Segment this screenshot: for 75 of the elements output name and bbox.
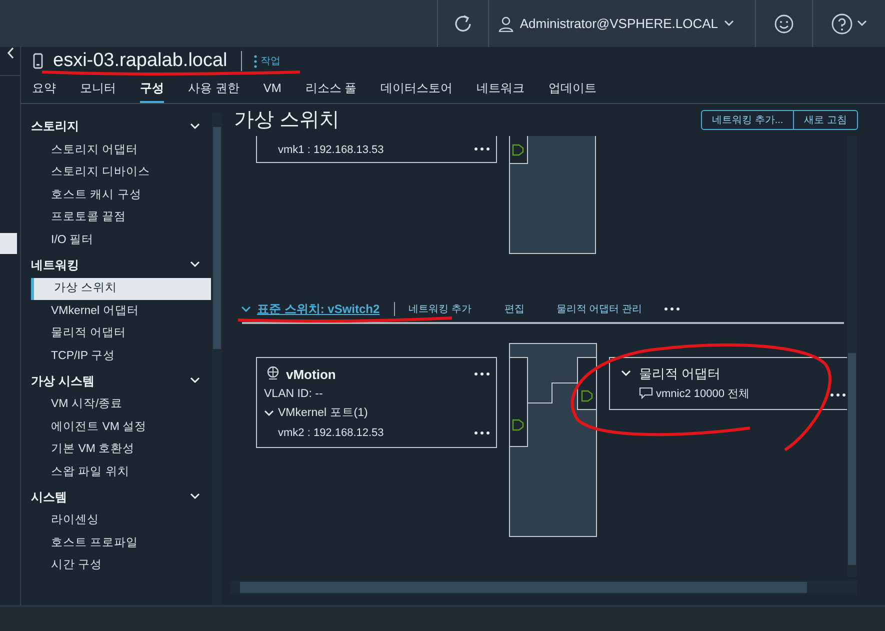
scrollbar[interactable] xyxy=(230,581,857,594)
more-icon[interactable] xyxy=(474,372,490,376)
tab[interactable]: 모니터 xyxy=(80,79,116,103)
sidebar-item[interactable]: VM 시작/종료 xyxy=(31,394,212,416)
switch-action-link[interactable]: 물리적 어댑터 관리 xyxy=(556,302,642,316)
tab[interactable]: 사용 권한 xyxy=(188,79,240,103)
port-icon xyxy=(512,144,524,156)
host-name: esxi-03.rapalab.local xyxy=(53,50,228,72)
chevron-down-icon xyxy=(264,410,274,418)
user-menu[interactable]: Administrator@VSPHERE.LOCAL xyxy=(488,14,743,34)
toolbar-button[interactable]: 네트워킹 추가... xyxy=(701,110,794,130)
collapse-icon[interactable] xyxy=(7,47,15,59)
tab[interactable]: 데이터스토어 xyxy=(380,79,453,103)
chevron-down-icon xyxy=(190,493,200,500)
sidebar-item[interactable]: VMkernel 어댑터 xyxy=(31,300,212,322)
kebab-icon xyxy=(254,54,258,68)
chevron-down-icon xyxy=(241,306,251,312)
sidebar-section[interactable]: 스토리지 xyxy=(21,113,212,139)
switch-action-link[interactable]: 편집 xyxy=(504,302,524,316)
chevron-down-icon xyxy=(190,261,200,268)
globe-icon xyxy=(266,366,280,380)
switch-toggle[interactable]: 표준 스위치: vSwitch2 xyxy=(241,300,380,318)
sidebar-item[interactable]: 프로토콜 끝점 xyxy=(31,206,212,229)
chevron-down-icon xyxy=(621,370,631,378)
port-icon xyxy=(512,419,524,431)
sidebar-item[interactable]: 가상 스위치 xyxy=(31,278,211,300)
physical-adapter: vmnic2 10000 전체 xyxy=(656,387,750,402)
more-icon[interactable] xyxy=(474,431,490,435)
port-group-name: vMotion xyxy=(286,366,336,384)
sidebar-item[interactable]: 스토리지 디바이스 xyxy=(31,162,212,184)
sidebar-section[interactable]: 시스템 xyxy=(21,484,212,510)
more-icon[interactable] xyxy=(830,393,846,397)
actions-menu[interactable]: 작업 xyxy=(254,54,280,68)
switch-action-link[interactable]: 네트워킹 추가 xyxy=(408,302,472,316)
sidebar-item[interactable]: I/O 필터 xyxy=(31,229,212,252)
vmkernel-port: vmk1 : 192.168.13.53 xyxy=(278,143,384,158)
toolbar-button[interactable]: 새로 고침 xyxy=(794,110,858,130)
tab[interactable]: 구성 xyxy=(140,79,164,103)
chevron-down-icon xyxy=(190,377,200,384)
sidebar-item[interactable]: 기본 VM 호환성 xyxy=(31,438,212,461)
sidebar-item[interactable]: 시간 구성 xyxy=(31,554,212,577)
sidebar-item[interactable]: 스왑 파일 위치 xyxy=(31,461,212,484)
vlan-id: VLAN ID: -- xyxy=(264,387,323,402)
port-icon xyxy=(581,390,593,402)
sidebar-item[interactable]: 스토리지 어댑터 xyxy=(31,139,212,162)
nav-highlight xyxy=(0,233,17,254)
page-title: 가상 스위치 xyxy=(233,108,340,133)
host-icon xyxy=(33,53,43,69)
sidebar-item[interactable]: 물리적 어댑터 xyxy=(31,322,212,345)
sidebar-item[interactable]: 호스트 프로파일 xyxy=(31,532,212,554)
port-box xyxy=(509,136,528,164)
ports-toggle[interactable]: VMkernel 포트(1) xyxy=(264,405,368,422)
sidebar-section[interactable]: 가상 시스템 xyxy=(21,368,212,394)
sidebar-item[interactable]: 호스트 캐시 구성 xyxy=(31,184,212,206)
tab[interactable]: VM xyxy=(263,79,282,103)
tab[interactable]: 업데이트 xyxy=(548,79,597,103)
vmkernel-port: vmk2 : 192.168.12.53 xyxy=(278,426,384,441)
chevron-down-icon xyxy=(857,20,867,27)
sidebar-item[interactable]: 라이센싱 xyxy=(31,510,212,532)
scrollbar[interactable] xyxy=(212,113,222,605)
user-icon xyxy=(498,16,514,32)
tab[interactable]: 리소스 풀 xyxy=(305,79,357,103)
wire-line xyxy=(527,382,577,404)
tab[interactable]: 요약 xyxy=(32,79,56,103)
smiley-icon[interactable] xyxy=(774,14,794,34)
tab[interactable]: 네트워크 xyxy=(476,79,525,103)
more-icon[interactable] xyxy=(474,147,490,151)
chevron-down-icon xyxy=(190,122,200,130)
adapters-toggle[interactable]: 물리적 어댑터 xyxy=(621,364,721,384)
sidebar-section[interactable]: 네트워킹 xyxy=(21,252,212,278)
chevron-down-icon xyxy=(724,20,734,27)
more-icon[interactable] xyxy=(664,307,680,311)
sidebar-item[interactable]: TCP/IP 구성 xyxy=(31,345,212,368)
help-icon xyxy=(831,12,853,34)
sidebar-item[interactable]: 에이전트 VM 설정 xyxy=(31,416,212,438)
